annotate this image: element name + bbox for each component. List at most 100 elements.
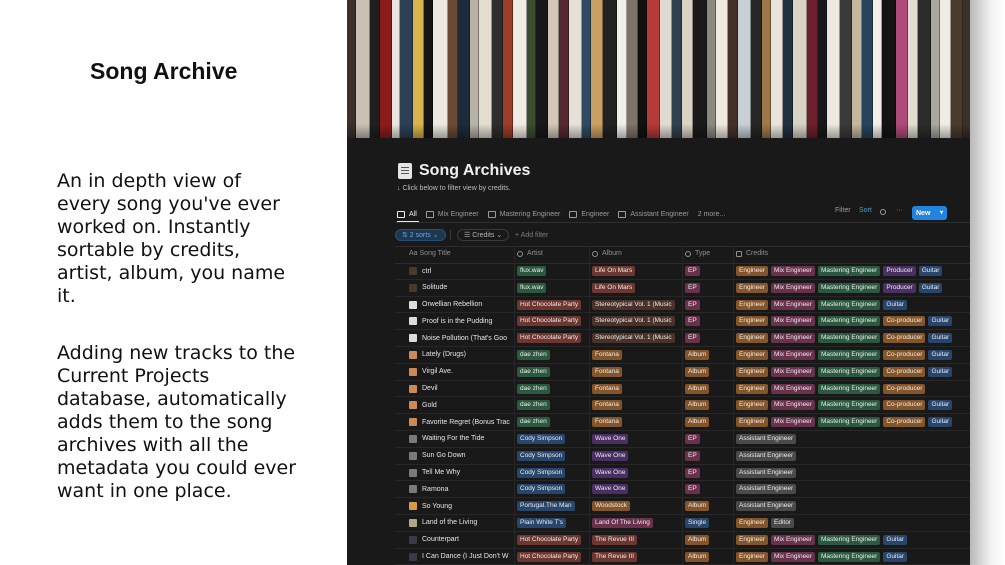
- credits-cell[interactable]: Engineer Mix Engineer Mastering Engineer Pr…: [736, 263, 970, 279]
- album-cell[interactable]: Land Of The Living: [592, 515, 682, 531]
- album-cell[interactable]: Wave One: [592, 431, 682, 447]
- table-row[interactable]: So Young Portugal.The Man Woodstock Album As…: [347, 498, 970, 515]
- table-row[interactable]: Favorite Regret (Bonus Trac dae zhen Fonta…: [347, 414, 970, 431]
- credits-cell[interactable]: Engineer Mix Engineer Mastering Engineer Gu…: [736, 549, 970, 565]
- type-cell[interactable]: EP: [685, 448, 733, 464]
- artist-cell[interactable]: Cody Simpson: [517, 448, 589, 464]
- album-cell[interactable]: Stereotypical Vol. 1 (Music: [592, 297, 682, 313]
- type-cell[interactable]: EP: [685, 263, 733, 279]
- table-row[interactable]: Virgil Ave. dae zhen Fontana Album Engineer M…: [347, 364, 970, 381]
- type-cell[interactable]: Album: [685, 532, 733, 548]
- column-header-type[interactable]: Type: [685, 250, 710, 257]
- type-cell[interactable]: Single: [685, 515, 733, 531]
- song-title-cell[interactable]: So Young: [422, 498, 514, 514]
- album-cell[interactable]: Fontana: [592, 381, 682, 397]
- new-button[interactable]: New ▾: [912, 206, 947, 220]
- album-cell[interactable]: Fontana: [592, 397, 682, 413]
- table-row[interactable]: I Can Dance (I Just Don't W Hot Chocolate…: [347, 549, 970, 565]
- artist-cell[interactable]: Hot Chocolate Party: [517, 297, 589, 313]
- type-cell[interactable]: Album: [685, 414, 733, 430]
- credits-cell[interactable]: Engineer Mix Engineer Mastering Engineer Pr…: [736, 280, 970, 296]
- sort-button[interactable]: Sort: [859, 207, 872, 214]
- credits-cell[interactable]: Assistant Engineer: [736, 481, 970, 497]
- filter-button[interactable]: Filter: [835, 207, 851, 214]
- song-title-cell[interactable]: Proof is in the Pudding: [422, 313, 514, 329]
- type-cell[interactable]: Album: [685, 364, 733, 380]
- album-cell[interactable]: Life On Mars: [592, 280, 682, 296]
- credits-cell[interactable]: Engineer Mix Engineer Mastering Engineer Gu…: [736, 532, 970, 548]
- album-cell[interactable]: Wave One: [592, 465, 682, 481]
- album-cell[interactable]: Wave One: [592, 481, 682, 497]
- artist-cell[interactable]: Plain White T's: [517, 515, 589, 531]
- album-cell[interactable]: Fontana: [592, 347, 682, 363]
- credits-cell[interactable]: Engineer Editor: [736, 515, 970, 531]
- type-cell[interactable]: EP: [685, 431, 733, 447]
- tab-all[interactable]: All: [397, 210, 417, 218]
- column-header-album[interactable]: Album: [592, 250, 622, 257]
- credits-cell[interactable]: Engineer Mix Engineer Mastering Engineer Co…: [736, 381, 970, 397]
- table-row[interactable]: Proof is in the Pudding Hot Chocolate Par…: [347, 313, 970, 330]
- song-title-cell[interactable]: ctrl: [422, 263, 514, 279]
- tab-mix-engineer[interactable]: Mix Engineer: [425, 210, 479, 218]
- type-cell[interactable]: Album: [685, 381, 733, 397]
- album-cell[interactable]: Stereotypical Vol. 1 (Music: [592, 330, 682, 346]
- artist-cell[interactable]: Cody Simpson: [517, 481, 589, 497]
- album-cell[interactable]: Life On Mars: [592, 263, 682, 279]
- tab-engineer[interactable]: Engineer: [569, 210, 609, 218]
- album-cell[interactable]: The Revue III: [592, 532, 682, 548]
- song-title-cell[interactable]: Devil: [422, 381, 514, 397]
- table-row[interactable]: Tell Me Why Cody Simpson Wave One EP Assista…: [347, 465, 970, 482]
- song-title-cell[interactable]: Lately (Drugs): [422, 347, 514, 363]
- artist-cell[interactable]: Hot Chocolate Party: [517, 532, 589, 548]
- credits-cell[interactable]: Assistant Engineer: [736, 465, 970, 481]
- artist-cell[interactable]: Portugal.The Man: [517, 498, 589, 514]
- table-row[interactable]: Lately (Drugs) dae zhen Fontana Album Engine…: [347, 347, 970, 364]
- type-cell[interactable]: Album: [685, 397, 733, 413]
- search-icon[interactable]: [880, 209, 886, 215]
- song-title-cell[interactable]: Waiting For the Tide: [422, 431, 514, 447]
- song-title-cell[interactable]: I Can Dance (I Just Don't W: [422, 549, 514, 565]
- credits-cell[interactable]: Assistant Engineer: [736, 498, 970, 514]
- type-cell[interactable]: Album: [685, 347, 733, 363]
- album-cell[interactable]: Stereotypical Vol. 1 (Music: [592, 313, 682, 329]
- credits-cell[interactable]: Engineer Mix Engineer Mastering Engineer Gu…: [736, 297, 970, 313]
- add-filter-button[interactable]: + Add filter: [509, 229, 554, 241]
- credits-cell[interactable]: Assistant Engineer: [736, 448, 970, 464]
- tab-mastering-engineer[interactable]: Mastering Engineer: [487, 210, 560, 218]
- more-options-icon[interactable]: ···: [896, 207, 903, 214]
- song-title-cell[interactable]: Sun Go Down: [422, 448, 514, 464]
- artist-cell[interactable]: Cody Simpson: [517, 431, 589, 447]
- song-title-cell[interactable]: Land of the Living: [422, 515, 514, 531]
- column-header-song-title[interactable]: Aa Song Title: [409, 250, 451, 257]
- table-row[interactable]: Gold dae zhen Fontana Album Engineer Mix Engi…: [347, 397, 970, 414]
- song-title-cell[interactable]: Tell Me Why: [422, 465, 514, 481]
- type-cell[interactable]: Album: [685, 549, 733, 565]
- artist-cell[interactable]: dae zhen: [517, 414, 589, 430]
- type-cell[interactable]: EP: [685, 481, 733, 497]
- credits-cell[interactable]: Engineer Mix Engineer Mastering Engineer Co…: [736, 364, 970, 380]
- song-title-cell[interactable]: Orwellian Rebellion: [422, 297, 514, 313]
- artist-cell[interactable]: dae zhen: [517, 347, 589, 363]
- tab-more-views[interactable]: 2 more...: [698, 211, 726, 218]
- song-title-cell[interactable]: Favorite Regret (Bonus Trac: [422, 414, 514, 430]
- song-title-cell[interactable]: Counterpart: [422, 532, 514, 548]
- table-row[interactable]: Solitude flux.wav Life On Mars EP Engineer Mi…: [347, 280, 970, 297]
- type-cell[interactable]: EP: [685, 313, 733, 329]
- table-row[interactable]: Land of the Living Plain White T's Land Of…: [347, 515, 970, 532]
- column-header-credits[interactable]: Credits: [736, 250, 768, 257]
- column-header-artist[interactable]: Artist: [517, 250, 543, 257]
- artist-cell[interactable]: Cody Simpson: [517, 465, 589, 481]
- type-cell[interactable]: Album: [685, 498, 733, 514]
- type-cell[interactable]: EP: [685, 330, 733, 346]
- album-cell[interactable]: The Revue III: [592, 549, 682, 565]
- album-cell[interactable]: Woodstock: [592, 498, 682, 514]
- tab-assistant-engineer[interactable]: Assistant Engineer: [618, 210, 689, 218]
- album-cell[interactable]: Fontana: [592, 364, 682, 380]
- type-cell[interactable]: EP: [685, 297, 733, 313]
- chevron-down-icon[interactable]: ▾: [940, 209, 943, 216]
- credits-cell[interactable]: Engineer Mix Engineer Mastering Engineer Co…: [736, 414, 970, 430]
- album-cell[interactable]: Fontana: [592, 414, 682, 430]
- table-row[interactable]: Orwellian Rebellion Hot Chocolate Party St…: [347, 297, 970, 314]
- table-row[interactable]: Sun Go Down Cody Simpson Wave One EP Assista…: [347, 448, 970, 465]
- credits-cell[interactable]: Engineer Mix Engineer Mastering Engineer Co…: [736, 330, 970, 346]
